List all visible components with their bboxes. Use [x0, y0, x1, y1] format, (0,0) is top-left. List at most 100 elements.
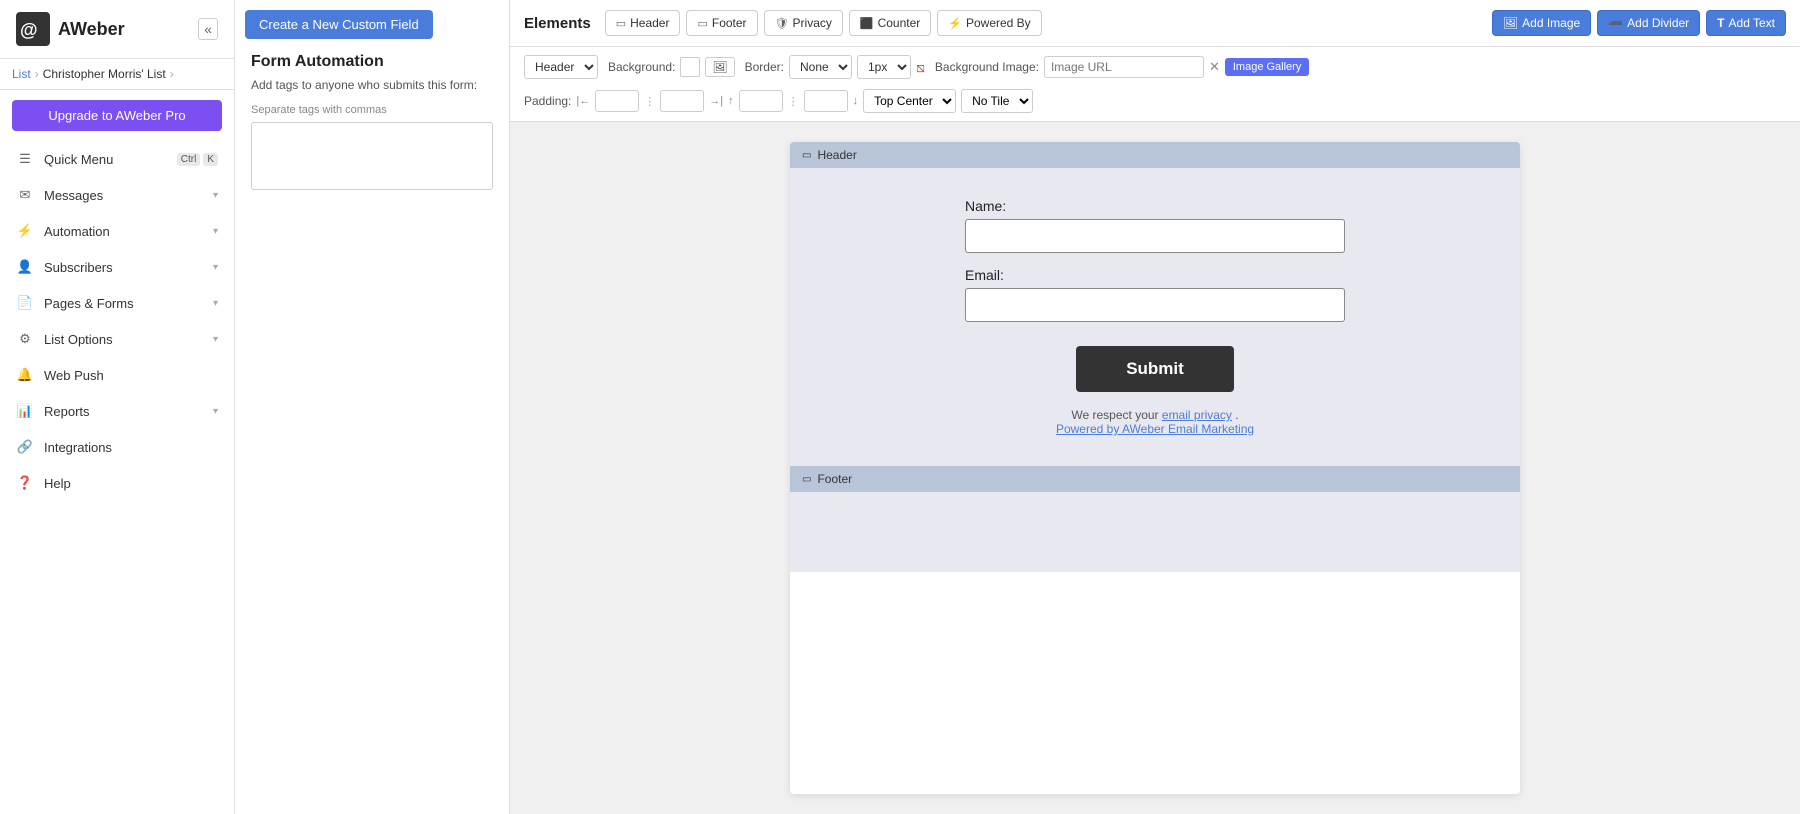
sidebar-item-reports[interactable]: 📊 Reports ▾ [0, 393, 234, 429]
privacy-element-icon: 🛡 [775, 17, 789, 30]
email-field-group: Email: [965, 267, 1345, 322]
elements-toolbar: Elements ▭ Header ▭ Footer 🛡 Privacy ⬛ C… [510, 0, 1800, 47]
privacy-text-after: . [1235, 408, 1238, 422]
form-automation-description: Add tags to anyone who submits this form… [235, 71, 509, 104]
list-options-icon: ⚙ [16, 330, 34, 348]
padding-right-input[interactable]: 20 [660, 90, 704, 112]
pages-forms-icon: 📄 [16, 294, 34, 312]
sidebar-label-web-push: Web Push [44, 368, 218, 383]
sidebar-nav: ☰ Quick Menu CtrlK ✉ Messages ▾ ⚡ Automa… [0, 141, 234, 501]
sidebar-item-web-push[interactable]: 🔔 Web Push [0, 357, 234, 393]
counter-element-label: Counter [878, 16, 921, 30]
submit-button[interactable]: Submit [1076, 346, 1234, 392]
email-field-input[interactable] [965, 288, 1345, 322]
bg-image-label: Background Image: [935, 60, 1039, 74]
section-select-group: Header [524, 55, 598, 79]
help-icon: ❓ [16, 474, 34, 492]
sidebar-item-automation[interactable]: ⚡ Automation ▾ [0, 213, 234, 249]
border-group: Border: None 1px ⧅ [745, 55, 925, 79]
powered-by-element-button[interactable]: ⚡ Powered By [937, 10, 1041, 36]
border-width-select[interactable]: 1px [857, 55, 911, 79]
collapse-sidebar-button[interactable]: « [198, 18, 218, 40]
padding-label: Padding: [524, 94, 571, 108]
name-field-label: Name: [965, 198, 1345, 214]
tags-textarea[interactable] [251, 122, 493, 190]
svg-text:@: @ [20, 20, 38, 40]
counter-element-button[interactable]: ⬛ Counter [849, 10, 931, 36]
header-section-bar[interactable]: ▭ Header [790, 142, 1520, 168]
aweber-logo-icon: @ [16, 12, 50, 46]
create-custom-field-button[interactable]: Create a New Custom Field [245, 10, 433, 39]
border-style-select[interactable]: None [789, 55, 852, 79]
email-privacy-link[interactable]: email privacy [1162, 408, 1232, 422]
section-select[interactable]: Header [524, 55, 598, 79]
padding-top-input[interactable]: 40 [739, 90, 783, 112]
background-group: Background: 🖼 [608, 57, 735, 77]
sidebar-item-quick-menu[interactable]: ☰ Quick Menu CtrlK [0, 141, 234, 177]
chevron-down-icon: ▾ [213, 298, 218, 309]
sidebar-item-list-options[interactable]: ⚙ List Options ▾ [0, 321, 234, 357]
sidebar-item-integrations[interactable]: 🔗 Integrations [0, 429, 234, 465]
sidebar-label-pages-forms: Pages & Forms [44, 296, 203, 311]
quick-menu-shortcut: CtrlK [177, 153, 218, 166]
footer-element-button[interactable]: ▭ Footer [686, 10, 757, 36]
form-panel: Create a New Custom Field Form Automatio… [235, 0, 510, 814]
clear-bg-image-icon[interactable]: ✕ [1209, 59, 1220, 75]
header-element-icon: ▭ [616, 17, 626, 30]
footer-section-label: Footer [817, 472, 852, 486]
privacy-text: We respect your email privacy . [1071, 408, 1238, 422]
powered-by-link[interactable]: Powered by AWeber Email Marketing [1056, 422, 1254, 436]
powered-by-element-icon: ⚡ [948, 17, 962, 30]
pad-bottom-icon: ↓ [853, 95, 859, 107]
add-divider-label: Add Divider [1627, 16, 1689, 30]
add-image-icon: 🖼 [1503, 16, 1518, 30]
add-image-button[interactable]: 🖼 Add Image [1492, 10, 1591, 36]
header-element-button[interactable]: ▭ Header [605, 10, 681, 36]
sidebar-item-pages-forms[interactable]: 📄 Pages & Forms ▾ [0, 285, 234, 321]
sidebar-item-subscribers[interactable]: 👤 Subscribers ▾ [0, 249, 234, 285]
chevron-down-icon: ▾ [213, 406, 218, 417]
privacy-element-button[interactable]: 🛡 Privacy [764, 10, 843, 36]
quick-menu-icon: ☰ [16, 150, 34, 168]
padding-bottom-input[interactable]: 20 [804, 90, 848, 112]
footer-section-bar[interactable]: ▭ Footer [790, 466, 1520, 492]
name-field-input[interactable] [965, 219, 1345, 253]
breadcrumb: List › Christopher Morris' List › [0, 59, 234, 90]
breadcrumb-list-label[interactable]: List [12, 67, 31, 81]
position-select[interactable]: Top Center [863, 89, 956, 113]
background-color-swatch[interactable] [680, 57, 700, 77]
reports-icon: 📊 [16, 402, 34, 420]
upgrade-button[interactable]: Upgrade to AWeber Pro [12, 100, 222, 131]
image-gallery-button[interactable]: Image Gallery [1225, 58, 1309, 76]
privacy-text-before: We respect your [1071, 408, 1158, 422]
chevron-down-icon: ▾ [213, 334, 218, 345]
padding-group: Padding: |← 20 ⋮ 20 →| ↑ 40 ⋮ 20 ↓ Top C… [524, 89, 1033, 113]
logo-text: AWeber [58, 19, 125, 40]
logo-area: @ AWeber [16, 12, 125, 46]
background-image-icon-button[interactable]: 🖼 [705, 57, 734, 77]
border-color-icon[interactable]: ⧅ [916, 59, 925, 76]
add-image-label: Add Image [1522, 16, 1580, 30]
automation-icon: ⚡ [16, 222, 34, 240]
add-divider-button[interactable]: ➖ Add Divider [1597, 10, 1700, 36]
email-field-label: Email: [965, 267, 1345, 283]
breadcrumb-list-name: Christopher Morris' List [43, 67, 166, 81]
footer-area [790, 492, 1520, 572]
tags-hint-label: Separate tags with commas [235, 104, 509, 122]
add-text-icon: T [1717, 16, 1724, 30]
sidebar-label-integrations: Integrations [44, 440, 218, 455]
sidebar-label-reports: Reports [44, 404, 203, 419]
add-divider-icon: ➖ [1608, 16, 1623, 30]
sidebar-label-help: Help [44, 476, 218, 491]
sidebar-item-messages[interactable]: ✉ Messages ▾ [0, 177, 234, 213]
messages-icon: ✉ [16, 186, 34, 204]
tile-select[interactable]: No Tile [961, 89, 1033, 113]
sidebar-item-help[interactable]: ❓ Help [0, 465, 234, 501]
form-body-wrapper: Name: Email: Submit We respect your [790, 168, 1520, 466]
subscribers-icon: 👤 [16, 258, 34, 276]
bg-image-url-input[interactable] [1044, 56, 1204, 78]
padding-left-input[interactable]: 20 [595, 90, 639, 112]
form-canvas: ▭ Header Name: Email: [790, 142, 1520, 794]
chevron-down-icon: ▾ [213, 190, 218, 201]
add-text-button[interactable]: T Add Text [1706, 10, 1786, 36]
